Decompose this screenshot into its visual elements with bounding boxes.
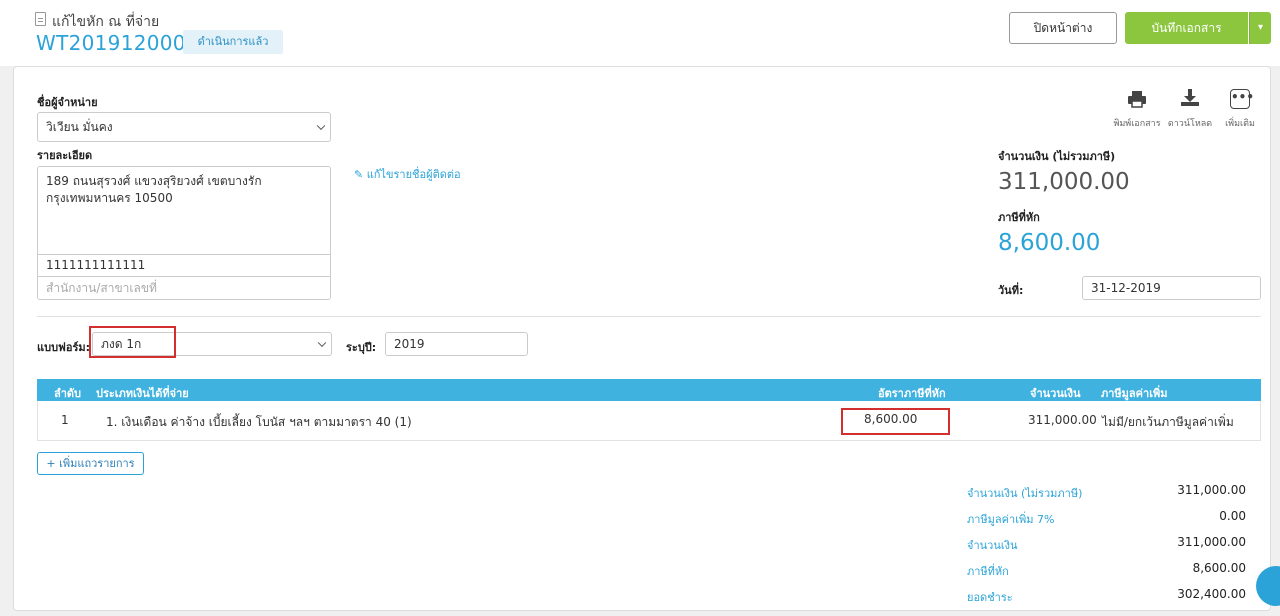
status-badge: ดำเนินการแล้ว <box>183 30 283 54</box>
total-amount-value: 311,000.00 <box>1177 535 1246 549</box>
download-action[interactable]: ดาวน์โหลด <box>1167 88 1213 129</box>
table-header: ลำดับ ประเภทเงินได้ที่จ่าย อัตราภาษีที่ห… <box>37 379 1261 401</box>
edit-icon: ✎ <box>354 168 364 181</box>
download-icon <box>1181 89 1199 106</box>
edit-contact-link[interactable]: ✎ แก้ไขรายชื่อผู้ติดต่อ <box>354 165 461 183</box>
col-type-header: ประเภทเงินได้ที่จ่าย <box>96 387 189 400</box>
amount-excl-tax-value: 311,000.00 <box>998 169 1130 195</box>
total-amount-excl-label: จำนวนเงิน (ไม่รวมภาษี) <box>967 487 1083 500</box>
total-withheld-value: 8,600.00 <box>1192 561 1246 575</box>
withheld-tax-value: 8,600.00 <box>998 230 1101 256</box>
page-title: แก้ไขหัก ณ ที่จ่าย <box>52 14 160 30</box>
details-label: รายละเอียด <box>37 149 93 162</box>
col-amount-header: จำนวนเงิน <box>1030 387 1081 400</box>
date-label: วันที่: <box>998 284 1024 297</box>
address-textarea[interactable]: 189 ถนนสุรวงศ์ แขวงสุริยวงศ์ เขตบางรัก ก… <box>37 166 331 255</box>
chevron-down-icon <box>316 121 326 131</box>
row-index: 1 <box>61 413 69 427</box>
row-income-type: 1. เงินเดือน ค่าจ้าง เบี้ยเลี้ยง โบนัส ฯ… <box>106 415 412 429</box>
more-label: เพิ่มเติม <box>1225 119 1255 129</box>
close-window-button[interactable]: ปิดหน้าต่าง <box>1009 12 1117 44</box>
tax-id-field[interactable]: 1111111111111 <box>37 254 331 277</box>
save-options-dropdown-icon[interactable]: ▾ <box>1249 12 1271 44</box>
edit-contact-label: แก้ไขรายชื่อผู้ติดต่อ <box>366 168 461 181</box>
form-label: แบบฟอร์ม: <box>37 341 91 354</box>
row-amount: 311,000.00 <box>1028 413 1097 427</box>
print-icon <box>1128 91 1146 108</box>
chevron-down-icon <box>317 338 327 348</box>
amount-excl-tax-label: จำนวนเงิน (ไม่รวมภาษี) <box>998 150 1116 163</box>
total-amount-excl-value: 311,000.00 <box>1177 483 1246 497</box>
date-field[interactable]: 31-12-2019 <box>1082 276 1261 300</box>
print-action[interactable]: พิมพ์เอกสาร <box>1113 88 1161 129</box>
col-vat-header: ภาษีมูลค่าเพิ่ม <box>1101 387 1168 400</box>
col-tax-header: อัตราภาษีที่หัก <box>878 387 946 400</box>
document-number: WT2019120001 <box>36 31 199 55</box>
more-options-icon: ••• <box>1230 89 1254 109</box>
section-divider <box>37 316 1261 317</box>
total-payable-label: ยอดชำระ <box>967 591 1013 604</box>
col-index-header: ลำดับ <box>54 387 82 400</box>
year-label: ระบุปี: <box>346 341 377 354</box>
withheld-tax-label: ภาษีที่หัก <box>998 211 1040 224</box>
download-label: ดาวน์โหลด <box>1167 119 1213 129</box>
table-row[interactable]: 1 1. เงินเดือน ค่าจ้าง เบี้ยเลี้ยง โบนัส… <box>37 401 1261 441</box>
total-amount-label: จำนวนเงิน <box>967 539 1018 552</box>
total-withheld-label: ภาษีที่หัก <box>967 565 1009 578</box>
page-header: แก้ไขหัก ณ ที่จ่าย WT2019120001 ดำเนินกา… <box>0 0 1280 66</box>
form-type-value: ภงด 1ก <box>101 337 142 351</box>
more-action[interactable]: ••• เพิ่มเติม <box>1222 88 1258 129</box>
save-document-button[interactable]: บันทึกเอกสาร <box>1125 12 1248 44</box>
document-icon <box>35 12 46 26</box>
add-row-button[interactable]: + เพิ่มแถวรายการ <box>37 452 144 475</box>
vendor-name-label: ชื่อผู้จำหน่าย <box>37 96 98 109</box>
row-tax-amount[interactable]: 8,600.00 <box>864 412 917 426</box>
total-payable-value: 302,400.00 <box>1177 587 1246 601</box>
branch-number-field[interactable]: สำนักงาน/สาขาเลขที่ <box>37 276 331 300</box>
form-type-select[interactable]: ภงด 1ก <box>92 332 332 356</box>
row-vat: ไม่มี/ยกเว้นภาษีมูลค่าเพิ่ม <box>1102 415 1234 429</box>
vendor-select-value: วิเวียน มั่นคง <box>46 120 113 134</box>
total-vat-value: 0.00 <box>1219 509 1246 523</box>
vendor-select[interactable]: วิเวียน มั่นคง <box>37 112 331 142</box>
print-label: พิมพ์เอกสาร <box>1113 119 1161 129</box>
year-field[interactable]: 2019 <box>385 332 528 356</box>
total-vat-label: ภาษีมูลค่าเพิ่ม 7% <box>967 513 1055 526</box>
